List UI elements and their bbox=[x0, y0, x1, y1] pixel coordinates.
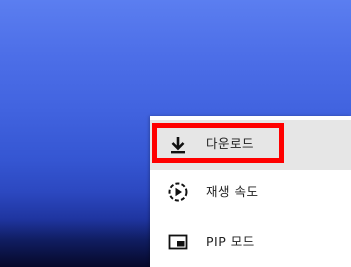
pip-icon bbox=[167, 231, 189, 253]
download-icon bbox=[167, 134, 189, 156]
menu-item-label: 다운로드 bbox=[206, 136, 255, 151]
menu-item-label: PIP 모드 bbox=[206, 234, 255, 249]
video-context-menu: 다운로드 재생 속도 PIP 모드 bbox=[150, 116, 351, 267]
menu-item-pip-mode[interactable]: PIP 모드 bbox=[150, 217, 351, 267]
menu-item-label: 재생 속도 bbox=[206, 184, 259, 199]
menu-item-download[interactable]: 다운로드 bbox=[150, 120, 351, 170]
menu-item-playback-speed[interactable]: 재생 속도 bbox=[150, 167, 351, 217]
playback-speed-icon bbox=[167, 181, 189, 203]
